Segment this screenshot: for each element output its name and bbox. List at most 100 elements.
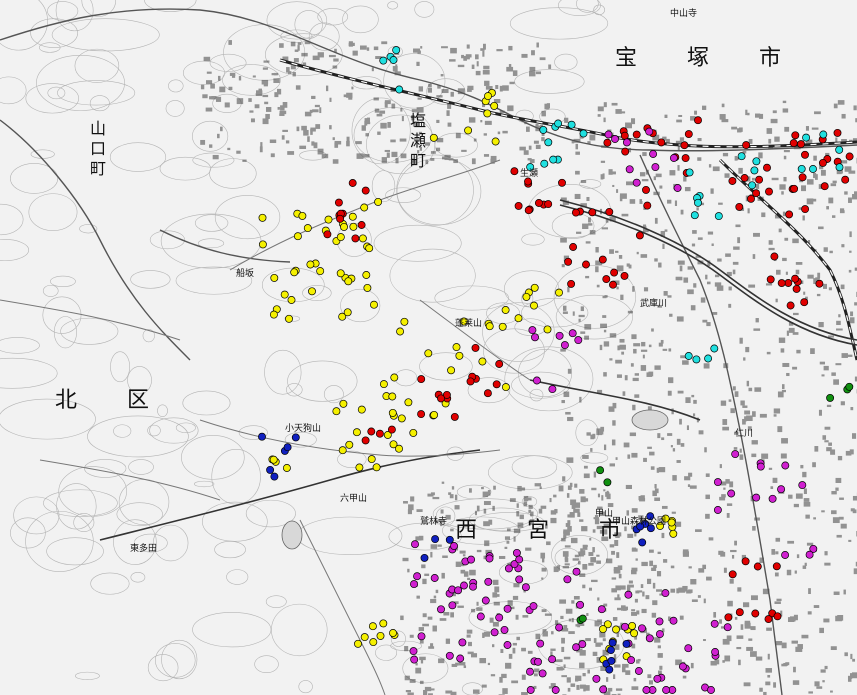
observation-point-magenta[interactable] bbox=[529, 602, 538, 611]
observation-point-yellow[interactable] bbox=[514, 314, 523, 323]
observation-point-magenta[interactable] bbox=[490, 628, 499, 637]
observation-point-yellow[interactable] bbox=[349, 222, 358, 231]
observation-point-cyan[interactable] bbox=[797, 164, 806, 173]
observation-point-yellow[interactable] bbox=[369, 638, 378, 647]
observation-point-blue[interactable] bbox=[258, 432, 266, 441]
observation-point-yellow[interactable] bbox=[501, 306, 510, 314]
observation-point-yellow[interactable] bbox=[368, 622, 377, 631]
observation-point-red[interactable] bbox=[602, 275, 611, 284]
observation-point-magenta[interactable] bbox=[731, 450, 740, 459]
observation-point-magenta[interactable] bbox=[624, 590, 633, 599]
observation-point-red[interactable] bbox=[417, 375, 426, 384]
observation-point-blue[interactable] bbox=[270, 472, 279, 481]
observation-point-red[interactable] bbox=[564, 257, 573, 266]
observation-point-yellow[interactable] bbox=[358, 234, 367, 243]
observation-point-red[interactable] bbox=[833, 128, 842, 137]
observation-point-cyan[interactable] bbox=[539, 125, 548, 134]
observation-point-yellow[interactable] bbox=[345, 440, 354, 449]
observation-point-blue[interactable] bbox=[283, 443, 292, 452]
observation-point-magenta[interactable] bbox=[409, 647, 418, 656]
observation-point-magenta[interactable] bbox=[410, 580, 418, 589]
observation-point-magenta[interactable] bbox=[574, 336, 583, 345]
observation-point-magenta[interactable] bbox=[645, 634, 654, 643]
observation-point-red[interactable] bbox=[728, 177, 737, 185]
observation-point-magenta[interactable] bbox=[673, 184, 682, 192]
observation-point-red[interactable] bbox=[735, 608, 744, 617]
observation-point-yellow[interactable] bbox=[404, 398, 413, 407]
observation-point-red[interactable] bbox=[841, 175, 850, 184]
observation-point-magenta[interactable] bbox=[503, 641, 512, 649]
observation-point-yellow[interactable] bbox=[484, 92, 492, 101]
observation-point-yellow[interactable] bbox=[388, 408, 397, 417]
observation-point-yellow[interactable] bbox=[599, 625, 607, 634]
observation-point-red[interactable] bbox=[789, 139, 798, 148]
observation-point-magenta[interactable] bbox=[430, 574, 439, 582]
observation-point-red[interactable] bbox=[375, 429, 384, 438]
observation-point-yellow[interactable] bbox=[360, 633, 369, 642]
observation-point-yellow[interactable] bbox=[501, 383, 510, 392]
observation-point-blue[interactable] bbox=[266, 465, 275, 474]
observation-point-magenta[interactable] bbox=[727, 489, 736, 498]
observation-point-magenta[interactable] bbox=[655, 630, 664, 639]
observation-point-cyan[interactable] bbox=[809, 165, 817, 173]
observation-point-cyan[interactable] bbox=[579, 129, 588, 138]
observation-point-yellow[interactable] bbox=[285, 314, 293, 323]
observation-point-red[interactable] bbox=[772, 562, 781, 571]
observation-point-yellow[interactable] bbox=[379, 619, 388, 628]
observation-point-cyan[interactable] bbox=[684, 352, 693, 360]
observation-point-red[interactable] bbox=[755, 175, 764, 184]
observation-point-yellow[interactable] bbox=[293, 232, 302, 241]
observation-point-cyan[interactable] bbox=[694, 198, 702, 207]
observation-point-yellow[interactable] bbox=[424, 349, 433, 358]
observation-point-magenta[interactable] bbox=[568, 329, 577, 338]
observation-point-magenta[interactable] bbox=[526, 686, 535, 694]
observation-point-yellow[interactable] bbox=[360, 203, 369, 212]
observation-point-magenta[interactable] bbox=[484, 577, 493, 586]
observation-point-yellow[interactable] bbox=[343, 308, 352, 317]
observation-point-magenta[interactable] bbox=[621, 622, 629, 631]
observation-point-red[interactable] bbox=[605, 207, 614, 216]
observation-point-magenta[interactable] bbox=[645, 127, 654, 136]
observation-point-cyan[interactable] bbox=[835, 163, 844, 172]
observation-point-yellow[interactable] bbox=[395, 444, 403, 453]
observation-point-yellow[interactable] bbox=[354, 639, 362, 648]
observation-point-magenta[interactable] bbox=[454, 586, 463, 595]
observation-point-magenta[interactable] bbox=[611, 135, 619, 143]
observation-point-magenta[interactable] bbox=[634, 667, 643, 675]
observation-point-magenta[interactable] bbox=[411, 540, 419, 549]
observation-point-magenta[interactable] bbox=[551, 686, 560, 694]
observation-point-red[interactable] bbox=[657, 138, 666, 147]
observation-point-red[interactable] bbox=[766, 275, 775, 284]
observation-point-red[interactable] bbox=[367, 427, 376, 436]
observation-point-red[interactable] bbox=[773, 612, 782, 621]
observation-point-yellow[interactable] bbox=[352, 428, 361, 437]
observation-point-magenta[interactable] bbox=[781, 551, 790, 559]
observation-point-yellow[interactable] bbox=[316, 267, 325, 276]
observation-point-cyan[interactable] bbox=[704, 354, 713, 363]
observation-point-yellow[interactable] bbox=[396, 327, 405, 336]
observation-point-yellow[interactable] bbox=[367, 455, 376, 464]
observation-point-yellow[interactable] bbox=[372, 463, 381, 472]
observation-point-red[interactable] bbox=[632, 130, 641, 139]
observation-point-yellow[interactable] bbox=[336, 269, 345, 278]
observation-point-magenta[interactable] bbox=[599, 685, 608, 694]
observation-point-yellow[interactable] bbox=[280, 290, 289, 299]
observation-point-magenta[interactable] bbox=[437, 605, 445, 614]
observation-point-red[interactable] bbox=[741, 557, 750, 566]
observation-point-yellow[interactable] bbox=[340, 222, 348, 231]
observation-point-magenta[interactable] bbox=[515, 555, 524, 564]
observation-point-red[interactable] bbox=[567, 279, 576, 288]
observation-point-green[interactable] bbox=[578, 614, 587, 623]
observation-point-magenta[interactable] bbox=[555, 623, 564, 632]
observation-point-yellow[interactable] bbox=[389, 629, 397, 637]
observation-point-yellow[interactable] bbox=[269, 310, 278, 319]
observation-point-red[interactable] bbox=[471, 343, 480, 352]
observation-point-green[interactable] bbox=[603, 478, 612, 487]
observation-point-cyan[interactable] bbox=[567, 120, 576, 129]
observation-point-yellow[interactable] bbox=[258, 213, 267, 222]
observation-point-red[interactable] bbox=[751, 609, 760, 618]
observation-point-red[interactable] bbox=[609, 280, 617, 289]
observation-point-yellow[interactable] bbox=[483, 109, 492, 118]
observation-point-red[interactable] bbox=[742, 141, 751, 150]
observation-point-yellow[interactable] bbox=[363, 283, 372, 292]
